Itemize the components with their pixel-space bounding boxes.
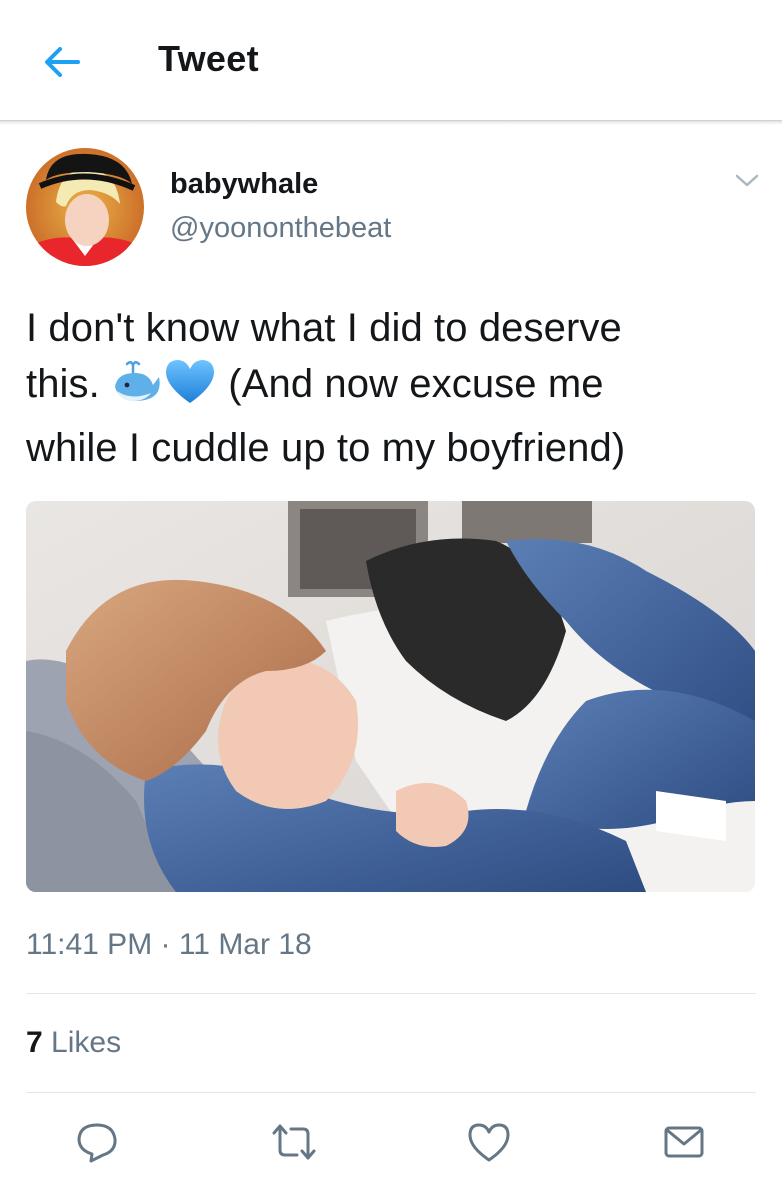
direct-message-button[interactable] — [662, 1120, 706, 1164]
tweet-text: I don't know what I did to deserve this. — [26, 300, 756, 476]
likes-number: 7 — [26, 1026, 43, 1059]
author-handle: @yoononthebeat — [170, 212, 392, 244]
tweet-text-segment: (And now excuse me — [217, 362, 604, 406]
top-app-bar: Tweet — [0, 0, 782, 120]
header-divider — [0, 120, 782, 125]
arrow-left-icon — [45, 47, 80, 77]
likes-count[interactable]: 7 Likes — [26, 1026, 121, 1060]
tweet-photo[interactable] — [26, 501, 755, 892]
envelope-icon — [664, 1126, 704, 1158]
likes-label: Likes — [51, 1026, 122, 1059]
divider — [26, 993, 756, 994]
tweet-text-segment: this. — [26, 362, 100, 406]
tweet-text-line: while I cuddle up to my boyfriend) — [26, 426, 626, 470]
chevron-down-icon — [735, 174, 759, 187]
reply-button[interactable] — [75, 1120, 119, 1164]
blue-heart-emoji — [163, 357, 217, 420]
tweet-text-line: I don't know what I did to deserve — [26, 306, 622, 350]
author-display-name[interactable]: babywhale — [170, 168, 318, 201]
avatar[interactable] — [26, 148, 144, 266]
like-button[interactable] — [466, 1120, 510, 1164]
retweet-button[interactable] — [270, 1120, 316, 1164]
page-title: Tweet — [158, 38, 259, 79]
divider — [26, 1092, 756, 1093]
tweet-text-line: this. (And now excuse me — [26, 356, 756, 420]
tweet-timestamp: 11:41 PM · 11 Mar 18 — [26, 928, 312, 961]
back-button[interactable] — [40, 40, 84, 84]
spouting-whale-emoji — [111, 361, 163, 420]
retweet-icon — [272, 1124, 316, 1160]
reply-icon — [77, 1123, 117, 1163]
tweet-menu-button[interactable] — [732, 168, 762, 192]
heart-icon — [468, 1123, 510, 1162]
